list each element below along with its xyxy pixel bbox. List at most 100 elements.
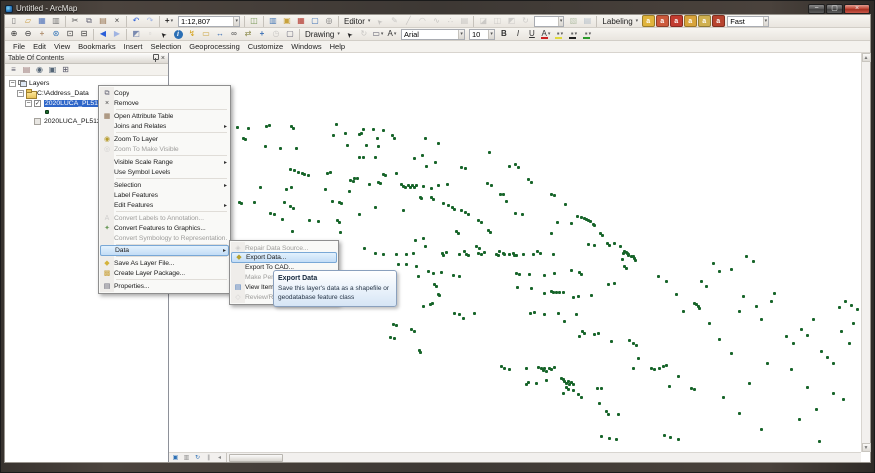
pan-button[interactable]: + bbox=[36, 28, 49, 40]
text-tool-button[interactable]: A▾ bbox=[385, 28, 398, 40]
full-extent-button[interactable]: ⊛ bbox=[50, 28, 63, 40]
horizontal-scrollbar-thumb[interactable] bbox=[229, 454, 283, 462]
dropdown-arrow-icon[interactable]: ▾ bbox=[458, 30, 464, 39]
attributes-window-button[interactable]: ▤ bbox=[581, 15, 594, 27]
table-of-contents-window-button[interactable]: ▥ bbox=[267, 15, 280, 27]
construction-combo[interactable]: ▾ bbox=[534, 16, 564, 27]
copy-button[interactable]: ⧉ bbox=[83, 15, 96, 27]
arctoolbox-button[interactable]: ▦ bbox=[295, 15, 308, 27]
drawing-menu[interactable]: Drawing▾ bbox=[302, 30, 343, 39]
editor-menu[interactable]: Editor▾ bbox=[341, 17, 373, 26]
pan-mode-button[interactable]: ◂ bbox=[215, 453, 225, 462]
hyperlink-button[interactable]: ↯ bbox=[186, 28, 199, 40]
delete-button[interactable]: × bbox=[111, 15, 124, 27]
data-view-button[interactable]: ▣ bbox=[171, 453, 181, 462]
modelbuilder-button[interactable]: ◫ bbox=[248, 15, 261, 27]
dropdown-arrow-icon[interactable]: ▾ bbox=[381, 32, 384, 37]
menu-file[interactable]: File bbox=[9, 42, 29, 51]
scroll-up-icon[interactable]: ▲ bbox=[862, 53, 871, 62]
menu-item-create-layer-package[interactable]: ▩Create Layer Package... bbox=[100, 268, 229, 278]
bold-button[interactable]: B bbox=[497, 28, 510, 40]
marker-color-button[interactable]: ▪▾ bbox=[581, 28, 594, 40]
menu-insert[interactable]: Insert bbox=[120, 42, 147, 51]
collapse-expander-icon[interactable]: − bbox=[17, 90, 24, 97]
go-to-xy-button[interactable]: + bbox=[256, 28, 269, 40]
menu-item-label-features[interactable]: Label Features bbox=[100, 190, 229, 200]
menu-item-use-symbol-levels[interactable]: Use Symbol Levels bbox=[100, 167, 229, 177]
menu-item-joins-and-relates[interactable]: Joins and Relates▸ bbox=[100, 121, 229, 131]
point-symbol-icon[interactable] bbox=[45, 110, 49, 114]
fill-color-button[interactable]: ▪▾ bbox=[553, 28, 566, 40]
close-panel-icon[interactable]: × bbox=[161, 55, 165, 62]
pause-drawing-button[interactable]: ∥ bbox=[204, 453, 214, 462]
menu-item-edit-features[interactable]: Edit Features▸ bbox=[100, 200, 229, 210]
rotate-graphics-button[interactable]: ↻ bbox=[357, 28, 370, 40]
print-button[interactable]: ▥ bbox=[50, 15, 63, 27]
measure-button[interactable]: ↔ bbox=[214, 28, 227, 40]
maximize-button[interactable]: ▢ bbox=[826, 4, 843, 14]
menu-item-selection[interactable]: Selection▸ bbox=[100, 180, 229, 190]
font-family-combo[interactable]: Arial▾ bbox=[401, 29, 465, 40]
dropdown-arrow-icon[interactable]: ▾ bbox=[233, 17, 239, 26]
redo-button[interactable]: ↷ bbox=[144, 15, 157, 27]
menu-item-properties[interactable]: ▤Properties... bbox=[100, 281, 229, 291]
menu-help[interactable]: Help bbox=[326, 42, 349, 51]
menu-item-zoom-to-make-visible[interactable]: ◎Zoom To Make Visible bbox=[100, 144, 229, 154]
dropdown-arrow-icon[interactable]: ▾ bbox=[171, 19, 174, 24]
split-tool-button[interactable]: ◩ bbox=[505, 15, 518, 27]
cut-polygons-button[interactable]: ◫ bbox=[491, 15, 504, 27]
line-color-button[interactable]: ▪▾ bbox=[567, 28, 580, 40]
open-document-button[interactable]: ▱ bbox=[22, 15, 35, 27]
shape-tool-button[interactable]: ▭▾ bbox=[371, 28, 384, 40]
menu-bookmarks[interactable]: Bookmarks bbox=[74, 42, 120, 51]
toc-options-button[interactable]: ⊞ bbox=[60, 64, 72, 76]
font-color-button[interactable]: A▾ bbox=[539, 28, 552, 40]
list-by-drawing-order-button[interactable]: ≡ bbox=[8, 64, 20, 76]
save-button[interactable]: ▦ bbox=[36, 15, 49, 27]
edit-sketch-button[interactable]: ✎ bbox=[388, 15, 401, 27]
scroll-down-icon[interactable]: ▼ bbox=[862, 443, 871, 452]
edit-attributes-button[interactable]: ▤ bbox=[458, 15, 471, 27]
menu-customize[interactable]: Customize bbox=[244, 42, 287, 51]
menu-item-visible-scale-range[interactable]: Visible Scale Range▸ bbox=[100, 157, 229, 167]
find-route-button[interactable]: ⇄ bbox=[242, 28, 255, 40]
dropdown-arrow-icon[interactable]: ▾ bbox=[763, 17, 769, 26]
lock-labels-button[interactable]: a bbox=[684, 15, 697, 27]
dropdown-arrow-icon[interactable]: ▾ bbox=[575, 32, 578, 37]
fixed-zoom-in-button[interactable]: ⊡ bbox=[64, 28, 77, 40]
arccatalog-button[interactable]: ▣ bbox=[281, 15, 294, 27]
menu-item-convert-symbology-to-representation[interactable]: Convert Symbology to Representation... bbox=[100, 233, 229, 243]
layout-view-button[interactable]: ▥ bbox=[182, 453, 192, 462]
list-by-source-button[interactable]: ▤ bbox=[21, 64, 33, 76]
zoom-out-button[interactable]: ⊖ bbox=[22, 28, 35, 40]
layer-visibility-checkbox[interactable] bbox=[34, 118, 41, 125]
back-extent-button[interactable]: ◀ bbox=[97, 28, 110, 40]
create-features-button[interactable]: ▧ bbox=[567, 15, 580, 27]
paste-button[interactable]: ▤ bbox=[97, 15, 110, 27]
undo-button[interactable]: ↶ bbox=[130, 15, 143, 27]
menu-windows[interactable]: Windows bbox=[287, 42, 325, 51]
title-bar[interactable]: Untitled - ArcMap − ▢ × bbox=[5, 3, 870, 14]
identify-button[interactable]: i bbox=[172, 28, 185, 40]
find-button[interactable]: ∞ bbox=[228, 28, 241, 40]
time-slider-button[interactable]: ◷ bbox=[270, 28, 283, 40]
menu-item-copy[interactable]: ⧉Copy bbox=[100, 88, 229, 98]
python-window-button[interactable]: ▢ bbox=[309, 15, 322, 27]
vertical-scrollbar[interactable]: ▲ ▼ bbox=[861, 53, 870, 452]
menu-selection[interactable]: Selection bbox=[146, 42, 185, 51]
menu-item-open-attribute-table[interactable]: ▦Open Attribute Table bbox=[100, 111, 229, 121]
straight-segment-button[interactable]: ╱ bbox=[402, 15, 415, 27]
fixed-zoom-out-button[interactable]: ⊟ bbox=[78, 28, 91, 40]
html-popup-button[interactable]: ▭ bbox=[200, 28, 213, 40]
map-scale-combo[interactable]: 1:12,807▾ bbox=[178, 16, 240, 27]
dropdown-arrow-icon[interactable]: ▾ bbox=[394, 32, 397, 37]
viewer-window-button[interactable]: ▢ bbox=[284, 28, 297, 40]
reshape-feature-button[interactable]: ◪ bbox=[477, 15, 490, 27]
dropdown-arrow-icon[interactable]: ▾ bbox=[558, 17, 564, 26]
arc-segment-button[interactable]: ◠ bbox=[416, 15, 429, 27]
select-graphics-button[interactable]: ➤ bbox=[343, 28, 356, 40]
pin-panel-icon[interactable] bbox=[151, 54, 159, 62]
menu-item-data[interactable]: Data▸ bbox=[100, 245, 229, 256]
refresh-view-button[interactable]: ↻ bbox=[193, 453, 203, 462]
menu-edit[interactable]: Edit bbox=[29, 42, 50, 51]
